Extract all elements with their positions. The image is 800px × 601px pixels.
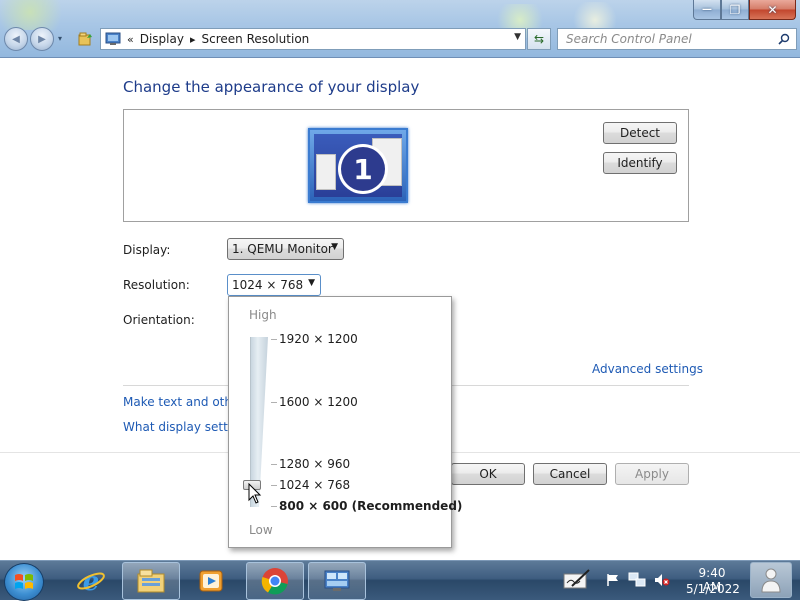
- taskbar-control-panel[interactable]: [308, 562, 366, 600]
- resolution-select[interactable]: 1024 × 768 ▼: [227, 274, 321, 296]
- slider-high-label: High: [249, 308, 277, 322]
- taskbar-media-player[interactable]: [182, 562, 240, 600]
- refresh-icon: ⇆: [533, 32, 545, 46]
- volume-muted-icon[interactable]: [654, 573, 670, 587]
- restore-icon: ❐: [729, 2, 741, 17]
- maximize-button[interactable]: ❐: [721, 0, 749, 20]
- back-arrow-icon: ◀: [12, 33, 20, 45]
- window-preview-graphic: [316, 154, 336, 190]
- pen-input-icon[interactable]: [562, 568, 592, 592]
- resolution-option-1024x768[interactable]: 1024 × 768: [279, 478, 350, 492]
- advanced-settings-link[interactable]: Advanced settings: [592, 362, 703, 376]
- resolution-option-1280x960[interactable]: 1280 × 960: [279, 457, 350, 471]
- search-input[interactable]: [566, 32, 766, 46]
- close-button[interactable]: ✕: [749, 0, 796, 20]
- detect-button[interactable]: Detect: [603, 122, 677, 144]
- background-blur: [0, 0, 80, 30]
- monitor-number-badge: 1: [338, 144, 388, 194]
- slider-tick: [271, 464, 277, 465]
- clock-date[interactable]: 5/1/2022: [686, 582, 740, 596]
- orientation-label: Orientation:: [123, 313, 195, 327]
- cancel-button[interactable]: Cancel: [533, 463, 607, 485]
- network-icon[interactable]: [628, 572, 646, 588]
- minimize-button[interactable]: —: [693, 0, 721, 20]
- mouse-cursor-icon: [248, 483, 262, 504]
- breadcrumb-separator-icon[interactable]: ▸: [190, 33, 196, 46]
- taskbar: e: [0, 560, 800, 601]
- chevron-down-icon: ▼: [308, 278, 315, 288]
- slider-tick: [271, 339, 277, 340]
- address-dropdown-icon[interactable]: ▼: [514, 32, 521, 42]
- back-button[interactable]: ◀: [4, 27, 28, 51]
- recent-pages-dropdown[interactable]: ▾: [58, 34, 62, 43]
- resolution-option-1920x1200[interactable]: 1920 × 1200: [279, 332, 358, 346]
- start-button[interactable]: [4, 563, 44, 601]
- make-text-larger-link[interactable]: Make text and other items larger or smal…: [123, 395, 228, 409]
- control-panel-icon: [324, 570, 350, 591]
- internet-explorer-icon: e: [77, 567, 105, 596]
- chrome-icon: [261, 568, 288, 595]
- taskbar-chrome[interactable]: [246, 562, 304, 600]
- svg-text:e: e: [83, 567, 100, 596]
- refresh-button[interactable]: ⇆: [527, 28, 551, 50]
- monitor-screen: 1: [314, 134, 402, 197]
- identify-button[interactable]: Identify: [603, 152, 677, 174]
- forward-button[interactable]: ▶: [30, 27, 54, 51]
- taskbar-internet-explorer[interactable]: e: [62, 562, 120, 600]
- display-select-value: 1. QEMU Monitor: [232, 242, 333, 256]
- breadcrumb-display[interactable]: Display: [140, 32, 184, 46]
- resolution-option-1600x1200[interactable]: 1600 × 1200: [279, 395, 358, 409]
- page-title: Change the appearance of your display: [123, 78, 420, 96]
- folder-icon: [137, 569, 165, 593]
- user-avatar-icon: [761, 568, 781, 593]
- display-label: Display:: [123, 243, 171, 257]
- minimize-icon: —: [702, 4, 712, 15]
- slider-low-label: Low: [249, 523, 273, 537]
- display-select[interactable]: 1. QEMU Monitor ▼: [227, 238, 344, 260]
- close-icon: ✕: [767, 2, 778, 17]
- window-titlebar: — ❐ ✕ ◀ ▶ ▾ « Display ▸ Screen Resolutio…: [0, 0, 800, 58]
- up-folder-icon[interactable]: [77, 31, 93, 47]
- slider-tick: [271, 485, 277, 486]
- action-center-flag-icon[interactable]: [606, 573, 620, 587]
- chevron-down-icon: ▼: [331, 242, 338, 252]
- breadcrumb-screen-resolution[interactable]: Screen Resolution: [202, 32, 310, 46]
- slider-tick: [271, 402, 277, 403]
- address-bar[interactable]: « Display ▸ Screen Resolution ▼: [100, 28, 526, 50]
- resolution-option-800x600[interactable]: 800 × 600 (Recommended): [279, 499, 462, 513]
- monitor-number: 1: [341, 147, 385, 191]
- monitor-icon[interactable]: 1: [308, 128, 408, 203]
- resolution-select-value: 1024 × 768: [232, 278, 304, 292]
- windows-logo-icon: [15, 574, 33, 589]
- apply-button[interactable]: Apply: [615, 463, 689, 485]
- resolution-dropdown-popup: High 1920 × 1200 1600 × 1200 1280 × 960 …: [228, 296, 462, 548]
- breadcrumb-chevron: «: [127, 32, 134, 46]
- ok-button[interactable]: OK: [451, 463, 525, 485]
- control-panel-icon: [105, 32, 121, 45]
- forward-arrow-icon: ▶: [38, 33, 46, 45]
- slider-tick: [271, 506, 277, 507]
- search-box[interactable]: [557, 28, 797, 50]
- resolution-label: Resolution:: [123, 278, 190, 292]
- search-icon[interactable]: [778, 33, 790, 45]
- media-player-icon: [199, 570, 223, 592]
- display-settings-help-link[interactable]: What display settings should I choose?: [123, 420, 228, 434]
- user-account-button[interactable]: [750, 562, 792, 598]
- taskbar-windows-explorer[interactable]: [122, 562, 180, 600]
